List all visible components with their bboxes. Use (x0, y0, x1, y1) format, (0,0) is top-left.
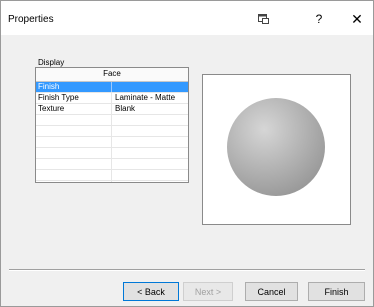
button-separator (9, 269, 365, 271)
property-value[interactable] (112, 82, 188, 92)
property-value[interactable] (112, 181, 188, 182)
title-bar: Properties ? ✕ (1, 1, 373, 35)
property-row[interactable] (36, 115, 188, 126)
property-value[interactable] (112, 148, 188, 158)
pin-icon[interactable] (251, 9, 275, 29)
cancel-button[interactable]: Cancel (245, 282, 298, 301)
property-name (36, 115, 112, 125)
property-row[interactable] (36, 137, 188, 148)
material-preview (202, 74, 351, 225)
sphere-shape (227, 98, 325, 196)
display-label: Display (38, 58, 65, 67)
property-name (36, 170, 112, 180)
property-value[interactable] (112, 137, 188, 147)
property-name: Finish Type (36, 93, 112, 103)
window-title: Properties (8, 14, 54, 25)
property-value[interactable] (112, 126, 188, 136)
property-row[interactable]: Finish (36, 82, 188, 93)
property-row[interactable]: Finish Type Laminate - Matte (36, 93, 188, 104)
next-button[interactable]: Next > (183, 282, 233, 301)
property-name (36, 126, 112, 136)
property-value[interactable]: Laminate - Matte (112, 93, 188, 103)
property-grid: Face Finish Finish Type Laminate - Matte Te… (35, 67, 189, 183)
close-icon[interactable]: ✕ (345, 9, 369, 29)
property-name (36, 181, 112, 182)
property-name (36, 137, 112, 147)
property-value[interactable]: Blank (112, 104, 188, 114)
property-name (36, 148, 112, 158)
property-row[interactable]: Texture Blank (36, 104, 188, 115)
property-rows: Finish Finish Type Laminate - Matte Texture… (36, 82, 188, 182)
property-row[interactable] (36, 159, 188, 170)
sphere-preview-image (227, 98, 325, 196)
property-name (36, 159, 112, 169)
property-name: Finish (36, 82, 112, 92)
finish-button[interactable]: Finish (308, 282, 365, 301)
property-row[interactable] (36, 170, 188, 181)
help-button[interactable]: ? (307, 9, 331, 29)
property-name: Texture (36, 104, 112, 114)
column-header-face: Face (36, 68, 188, 82)
property-value[interactable] (112, 115, 188, 125)
property-value[interactable] (112, 170, 188, 180)
property-row[interactable] (36, 148, 188, 159)
back-button[interactable]: < Back (123, 282, 179, 301)
property-row[interactable] (36, 181, 188, 182)
property-row[interactable] (36, 126, 188, 137)
properties-window: Properties ? ✕ Display Face Finish Finish… (0, 0, 374, 307)
property-value[interactable] (112, 159, 188, 169)
